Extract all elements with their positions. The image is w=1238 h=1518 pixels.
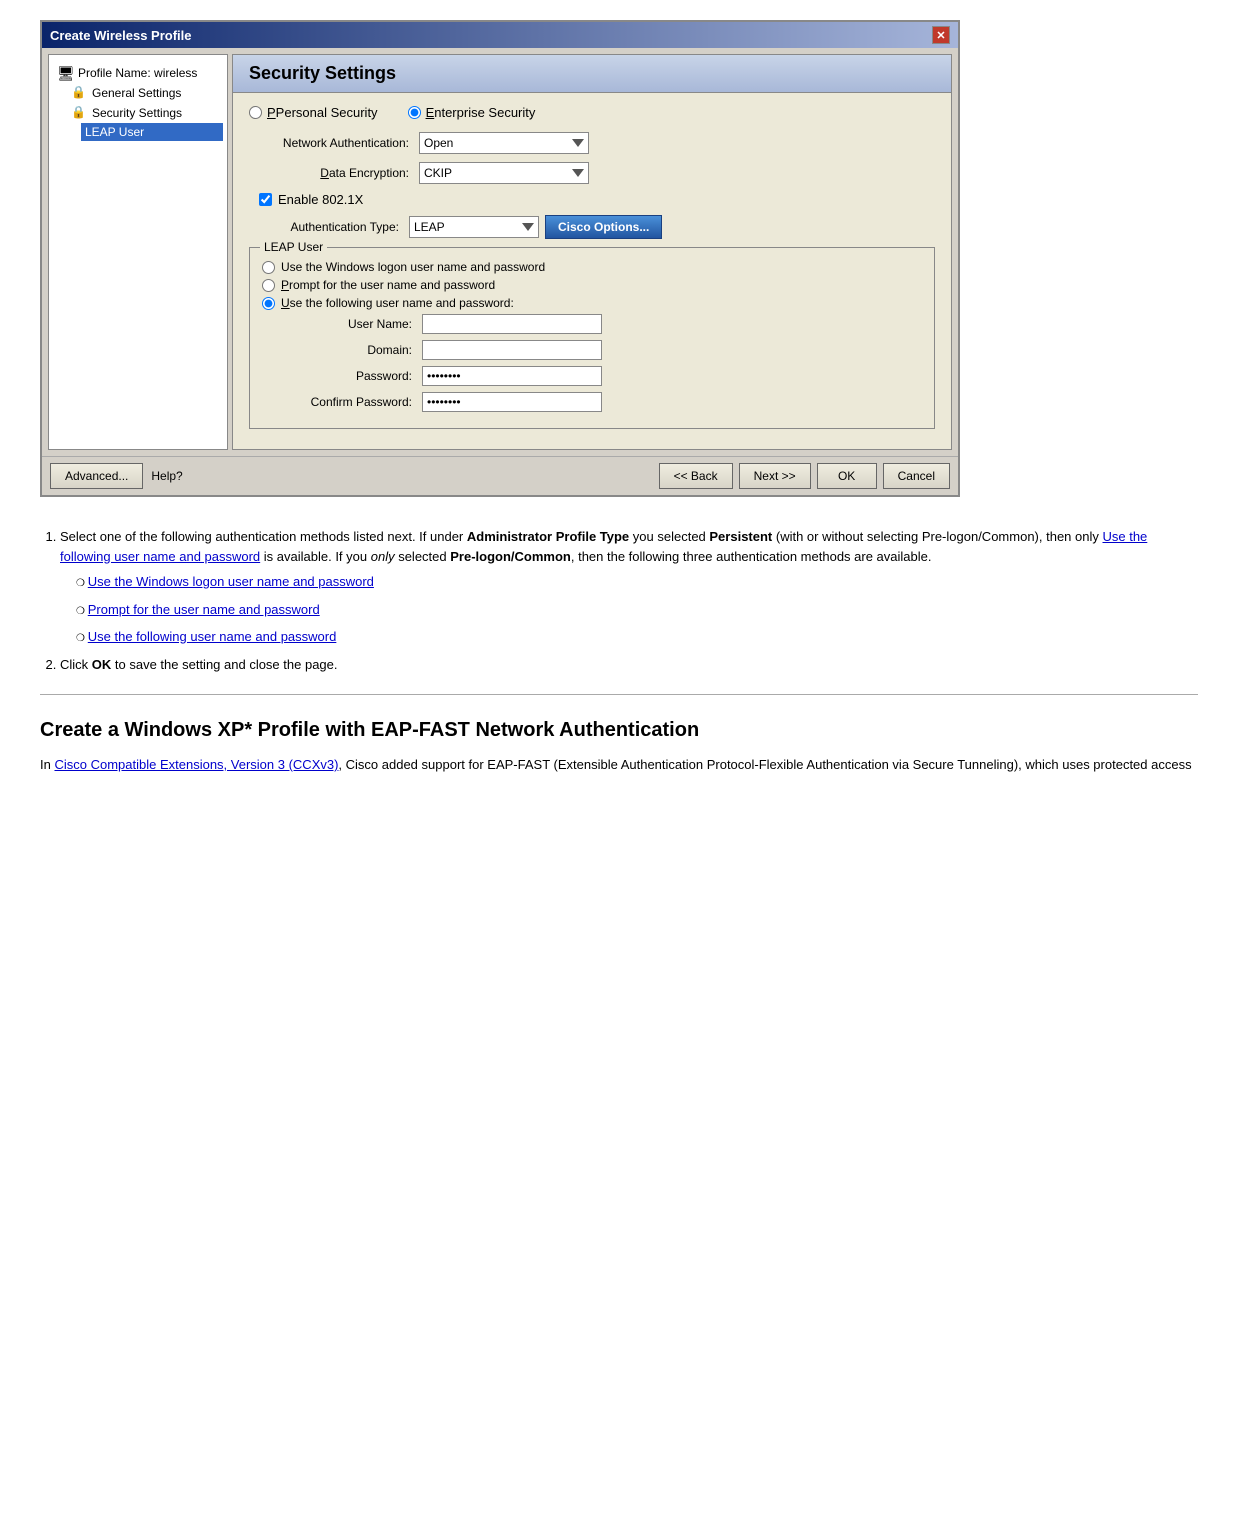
page-content: Select one of the following authenticati… (0, 507, 1238, 796)
cancel-button[interactable]: Cancel (883, 463, 950, 489)
domain-row: Domain: domain_name (282, 340, 922, 360)
dialog-titlebar: Create Wireless Profile ✕ (42, 22, 958, 48)
network-auth-control: Open Shared WPA WPA-PSK (419, 132, 589, 154)
enterprise-security-radio[interactable] (408, 106, 421, 119)
user-name-input[interactable]: User_Name (422, 314, 602, 334)
next-button[interactable]: Next >> (739, 463, 811, 489)
link-prompt[interactable]: Prompt for the user name and password (88, 602, 320, 617)
back-button[interactable]: << Back (659, 463, 733, 489)
groupbox-inner: Use the Windows logon user name and pass… (262, 260, 922, 412)
leap-radio-prompt: Prompt for the user name and password (262, 278, 922, 292)
profile-icon: 🖥 (57, 65, 73, 81)
enterprise-security-text: Enterprise Security (426, 105, 536, 120)
auth-methods-list: Use the Windows logon user name and pass… (76, 572, 1198, 647)
auth-method-item-2: Prompt for the user name and password (76, 600, 1198, 620)
leap-prompt-radio[interactable] (262, 279, 275, 292)
confirm-password-row: Confirm Password: (282, 392, 922, 412)
auth-type-label: Authentication Type: (269, 220, 409, 234)
create-wireless-profile-dialog: Create Wireless Profile ✕ 🖥 Profile Name… (40, 20, 960, 497)
password-input[interactable] (422, 366, 602, 386)
network-auth-select[interactable]: Open Shared WPA WPA-PSK (419, 132, 589, 154)
auth-type-select[interactable]: LEAP EAP-FAST PEAP EAP-TLS EAP-TTLS (409, 216, 539, 238)
confirm-password-input[interactable] (422, 392, 602, 412)
dialog-title: Create Wireless Profile (50, 28, 192, 43)
data-encryption-control: CKIP None WEP TKIP AES (419, 162, 589, 184)
nav-panel: 🖥 Profile Name: wireless 🔒 General Setti… (48, 54, 228, 450)
nav-label-security: Security Settings (92, 106, 182, 120)
bold-admin-profile-type: Administrator Profile Type (467, 529, 629, 544)
enable-8021x-checkbox[interactable] (259, 193, 272, 206)
personal-security-label[interactable]: PPersonal Security (249, 105, 378, 120)
data-encryption-label: Data Encryption: (249, 166, 419, 180)
content-inner: PPersonal Security Enterprise Security (233, 93, 951, 449)
enterprise-security-label[interactable]: Enterprise Security (408, 105, 536, 120)
nav-label-profile: Profile Name: wireless (78, 66, 197, 80)
dialog-wrapper: Create Wireless Profile ✕ 🖥 Profile Name… (0, 0, 1238, 507)
instruction-text-1: Select one of the following authenticati… (60, 529, 1147, 564)
auth-type-control: LEAP EAP-FAST PEAP EAP-TLS EAP-TTLS Cisc… (409, 215, 662, 239)
instruction-list: Select one of the following authenticati… (60, 527, 1198, 674)
leap-radio-following: Use the following user name and password… (262, 296, 922, 310)
bold-persistent: Persistent (709, 529, 772, 544)
link-use-following[interactable]: Use the following user name and password (88, 629, 337, 644)
section-heading: Create a Windows XP* Profile with EAP-FA… (40, 715, 1198, 745)
nav-item-leap-user[interactable]: LEAP User (81, 123, 223, 141)
nav-label-leap: LEAP User (85, 125, 144, 139)
general-lock-icon: 🔒 (71, 85, 87, 101)
section-link[interactable]: Cisco Compatible Extensions, Version 3 (… (54, 757, 338, 772)
password-label: Password: (282, 369, 422, 383)
italic-only: only (371, 549, 395, 564)
link-use-windows[interactable]: Use the Windows logon user name and pass… (88, 574, 374, 589)
groupbox-legend: LEAP User (260, 240, 327, 254)
domain-label: Domain: (282, 343, 422, 357)
leap-windows-label[interactable]: Use the Windows logon user name and pass… (281, 260, 545, 274)
nav-label-general: General Settings (92, 86, 181, 100)
section-body: In Cisco Compatible Extensions, Version … (40, 755, 1198, 776)
data-encryption-row: Data Encryption: CKIP None WEP TKIP AES (249, 162, 935, 184)
ok-button[interactable]: OK (817, 463, 877, 489)
enable-8021x-row: Enable 802.1X (259, 192, 935, 207)
help-link[interactable]: Help? (151, 469, 182, 483)
leap-windows-radio[interactable] (262, 261, 275, 274)
password-row: Password: (282, 366, 922, 386)
bold-pre-logon: Pre-logon/Common (450, 549, 571, 564)
user-name-label: User Name: (282, 317, 422, 331)
instruction-item-1: Select one of the following authenticati… (60, 527, 1198, 647)
enable-8021x-label[interactable]: Enable 802.1X (278, 192, 363, 207)
security-type-row: PPersonal Security Enterprise Security (249, 105, 935, 120)
leap-user-groupbox: LEAP User Use the Windows logon user nam… (249, 247, 935, 429)
footer-right: << Back Next >> OK Cancel (659, 463, 950, 489)
section-intro-post: , Cisco added support for EAP-FAST (Exte… (338, 757, 1191, 772)
personal-security-radio[interactable] (249, 106, 262, 119)
auth-method-item-1: Use the Windows logon user name and pass… (76, 572, 1198, 592)
security-lock-icon: 🔒 (71, 105, 87, 121)
dialog-body: 🖥 Profile Name: wireless 🔒 General Setti… (42, 48, 958, 456)
nav-item-general-settings[interactable]: 🔒 General Settings (67, 83, 223, 103)
domain-input[interactable]: domain_name (422, 340, 602, 360)
network-auth-label: Network Authentication: (249, 136, 419, 150)
advanced-button[interactable]: Advanced... (50, 463, 143, 489)
content-header: Security Settings (233, 55, 951, 93)
personal-security-text: PPersonal Security (267, 105, 378, 120)
nav-item-profile-name[interactable]: 🖥 Profile Name: wireless (53, 63, 223, 83)
dialog-footer: Advanced... Help? << Back Next >> OK Can… (42, 456, 958, 495)
auth-type-row: Authentication Type: LEAP EAP-FAST PEAP … (269, 215, 935, 239)
bold-ok: OK (92, 657, 112, 672)
content-panel: Security Settings PPersonal Security (232, 54, 952, 450)
confirm-password-label: Confirm Password: (282, 395, 422, 409)
user-name-row: User Name: User_Name (282, 314, 922, 334)
dialog-close-button[interactable]: ✕ (932, 26, 950, 44)
leap-following-label: Use the following user name and password… (281, 296, 514, 310)
section-divider (40, 694, 1198, 695)
auth-method-item-3: Use the following user name and password (76, 627, 1198, 647)
data-encryption-select[interactable]: CKIP None WEP TKIP AES (419, 162, 589, 184)
network-auth-row: Network Authentication: Open Shared WPA … (249, 132, 935, 154)
nav-item-security-settings[interactable]: 🔒 Security Settings (67, 103, 223, 123)
leap-prompt-label: Prompt for the user name and password (281, 278, 495, 292)
footer-left: Advanced... Help? (50, 463, 653, 489)
instruction-item-2: Click OK to save the setting and close t… (60, 655, 1198, 675)
cisco-options-button[interactable]: Cisco Options... (545, 215, 662, 239)
leap-radio-windows: Use the Windows logon user name and pass… (262, 260, 922, 274)
leap-following-radio[interactable] (262, 297, 275, 310)
